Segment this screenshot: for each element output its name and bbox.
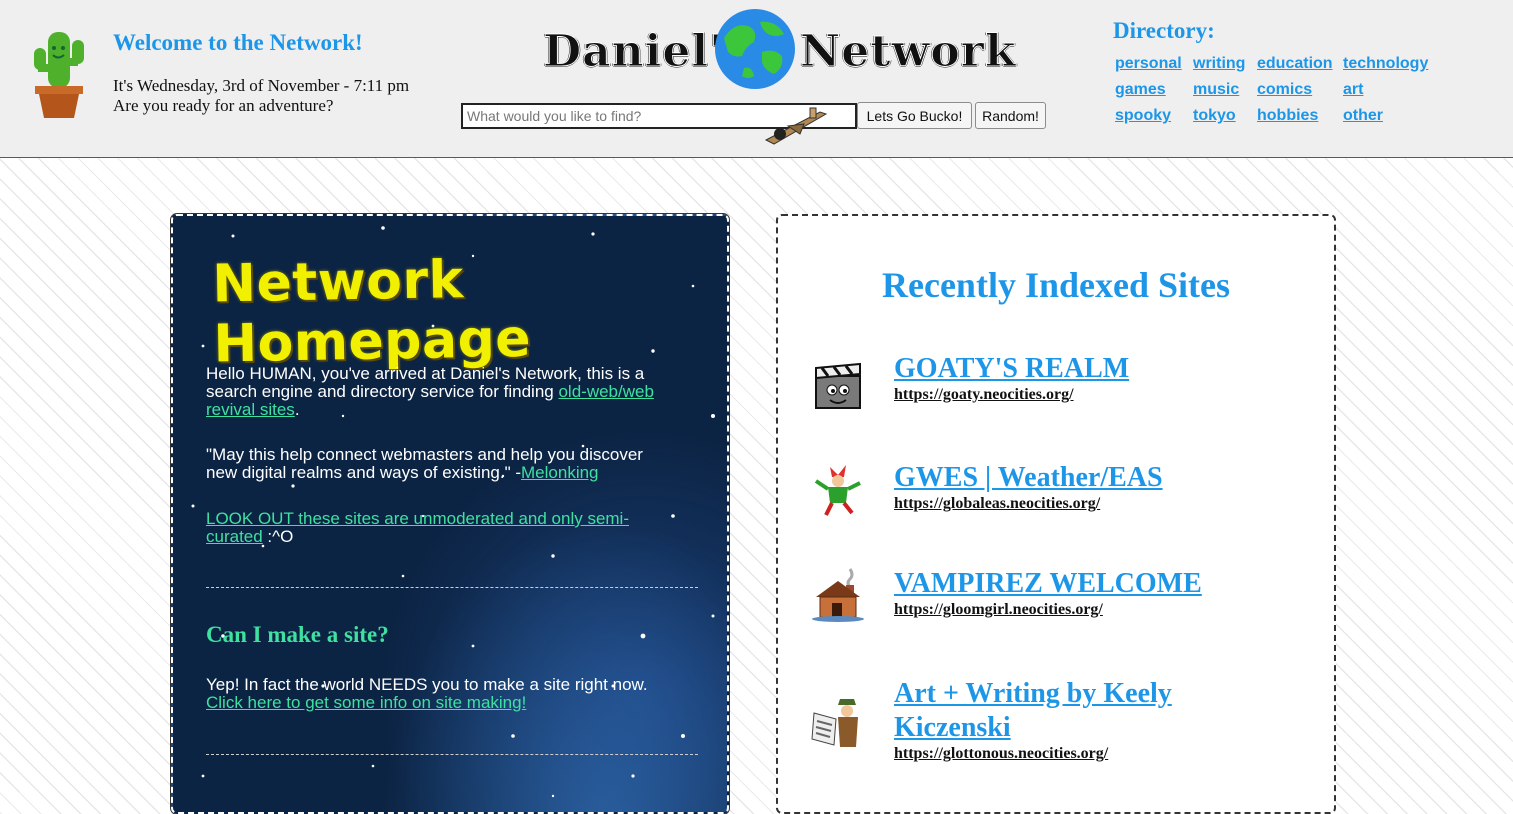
recent-sites-panel: Recently Indexed Sites GOATY'S REALM htt…	[776, 214, 1336, 814]
homepage-title: Network Homepage	[211, 250, 532, 375]
make-site-text: Yep! In fact the world NEEDS you to make…	[206, 675, 648, 694]
logo-text-right: Network	[799, 26, 1017, 78]
directory-title: Directory:	[1113, 18, 1215, 43]
directory-link-education[interactable]: education	[1257, 54, 1343, 73]
warning-end: :^O	[262, 527, 294, 546]
globe-icon	[715, 9, 795, 89]
intro-paragraph: Hello HUMAN, you've arrived at Daniel's …	[206, 365, 668, 419]
recent-sites-title: Recently Indexed Sites	[882, 265, 1230, 305]
site-logo[interactable]: Daniel's Network	[542, 8, 1016, 90]
cactus-icon	[34, 32, 84, 118]
make-site-heading: Can I make a site?	[206, 622, 389, 647]
site-url-link[interactable]: https://glottonous.neocities.org/	[894, 745, 1108, 763]
date-line: It's Wednesday, 3rd of November - 7:11 p…	[113, 76, 410, 95]
welcome-title: Welcome to the Network!	[113, 30, 363, 55]
random-button[interactable]: Random!	[975, 102, 1046, 129]
directory-link-personal[interactable]: personal	[1115, 54, 1193, 73]
site-making-info-link[interactable]: Click here to get some info on site maki…	[206, 693, 526, 712]
adventure-line: Are you ready for an adventure?	[113, 96, 334, 115]
site-name-link[interactable]: Art + Writing by Keely Kiczenski	[894, 677, 1294, 745]
section-divider	[206, 754, 698, 755]
directory-link-comics[interactable]: comics	[1257, 80, 1343, 99]
site-name-link[interactable]: GOATY'S REALM	[894, 352, 1294, 386]
newspaper-reader-icon	[811, 699, 858, 747]
directory-link-hobbies[interactable]: hobbies	[1257, 106, 1343, 125]
clapperboard-icon	[815, 362, 861, 409]
warning-paragraph: LOOK OUT these sites are unmoderated and…	[206, 510, 668, 546]
jester-icon	[814, 465, 861, 516]
site-url-link[interactable]: https://goaty.neocities.org/	[894, 386, 1074, 404]
directory-link-music[interactable]: music	[1193, 80, 1257, 99]
site-name-link[interactable]: VAMPIREZ WELCOME	[894, 567, 1294, 601]
directory-link-writing[interactable]: writing	[1193, 54, 1257, 73]
cabin-icon	[812, 568, 864, 622]
make-site-paragraph: Yep! In fact the world NEEDS you to make…	[206, 676, 668, 712]
site-url-link[interactable]: https://globaleas.neocities.org/	[894, 495, 1100, 513]
directory-links: personal writing education technology ga…	[1115, 54, 1443, 125]
directory-link-other[interactable]: other	[1343, 106, 1443, 125]
site-url-link[interactable]: https://gloomgirl.neocities.org/	[894, 601, 1103, 619]
site-name-link[interactable]: GWES | Weather/EAS	[894, 461, 1294, 495]
directory-link-technology[interactable]: technology	[1343, 54, 1443, 73]
directory-link-spooky[interactable]: spooky	[1115, 106, 1193, 125]
airplane-icon	[764, 107, 828, 145]
directory-link-games[interactable]: games	[1115, 80, 1193, 99]
section-divider	[206, 587, 698, 588]
site-header: Welcome to the Network! It's Wednesday, …	[0, 0, 1513, 158]
quote-paragraph: "May this help connect webmasters and he…	[206, 446, 668, 482]
directory-link-tokyo[interactable]: tokyo	[1193, 106, 1257, 125]
intro-end: .	[294, 400, 300, 419]
melonking-link[interactable]: Melonking	[521, 463, 599, 482]
directory-link-art[interactable]: art	[1343, 80, 1443, 99]
homepage-panel: Network Homepage Hello HUMAN, you've arr…	[170, 213, 730, 814]
search-button[interactable]: Lets Go Bucko!	[857, 102, 972, 129]
